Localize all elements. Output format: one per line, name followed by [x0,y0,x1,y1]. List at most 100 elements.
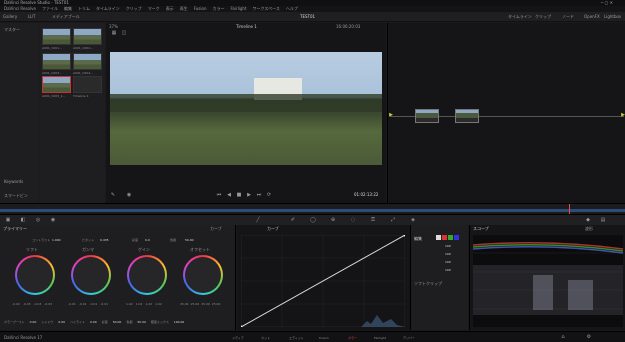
channel-g-button[interactable] [448,235,453,240]
offset-wheel[interactable] [183,255,223,295]
lift-value[interactable]: -0.03 [44,302,52,306]
timeline-thumbnail[interactable] [73,76,102,93]
gain-value[interactable]: 1.02 [126,302,133,306]
gamma-value[interactable]: -0.01 [68,302,76,306]
page-tab-media[interactable]: メディア [232,336,244,340]
lift-value[interactable]: -0.03 [23,302,31,306]
offset-value[interactable]: 25.00 [180,302,189,306]
param-value[interactable]: 50.00 [185,238,194,242]
scope-type-dropdown[interactable]: 波形 [585,226,593,231]
color-wheels-icon[interactable]: ◎ [35,217,41,223]
qualifier-icon[interactable]: ✐ [290,217,296,223]
param-value[interactable]: 1.000 [52,238,61,242]
color-match-icon[interactable]: ◧ [20,217,26,223]
lightbox-button[interactable]: Lightbox [604,14,621,19]
param-value[interactable]: 50.00 [137,320,146,324]
curve-value[interactable]: 100 [445,268,451,272]
gamma-value[interactable]: -0.01 [90,302,98,306]
page-tab-fairlight[interactable]: Fairlight [374,336,386,340]
scopes-icon[interactable]: ▤ [600,217,606,223]
param-value[interactable]: 0.00 [30,320,37,324]
zoom-level[interactable]: 37% [109,24,118,29]
master-bin[interactable]: マスター [4,27,20,32]
media-pool-button[interactable]: メディアプール [52,14,80,19]
gain-value[interactable]: 1.02 [136,302,143,306]
channel-y-button[interactable] [436,235,441,240]
camera-raw-icon[interactable]: ▣ [5,217,11,223]
clip-thumbnail-selected[interactable] [42,76,71,93]
blur-icon[interactable]: ◌ [350,217,356,223]
clip-thumbnail[interactable] [73,53,102,70]
gamma-value[interactable]: -0.01 [79,302,87,306]
window-icon[interactable]: ◯ [310,217,316,223]
offset-value[interactable]: 25.00 [201,302,210,306]
stop-icon[interactable]: ■ [236,192,242,198]
playhead[interactable] [569,204,570,214]
window-controls[interactable]: ─ ▢ ✕ [601,0,613,5]
timeline-button[interactable]: タイムライン [508,14,532,19]
channel-b-button[interactable] [454,235,459,240]
wipe-icon[interactable]: ◫ [121,30,127,36]
gain-wheel[interactable] [127,255,167,295]
curves-panel: カーブ [237,225,410,330]
curve-value[interactable]: 100 [445,252,451,256]
clip-label: A001_C002... [73,46,93,50]
param-value[interactable]: 0.00 [90,320,97,324]
curves-icon[interactable]: ╱ [255,217,261,223]
node-02[interactable] [455,109,479,123]
curve-value[interactable]: 100 [445,260,451,264]
clip-thumbnail[interactable] [42,28,71,45]
page-tab-cut[interactable]: カット [261,336,270,340]
gain-value[interactable]: 1.02 [145,302,152,306]
page-tab-fusion[interactable]: Fusion [319,336,329,340]
skip-start-icon[interactable]: ⏮ [216,192,222,198]
offset-value[interactable]: 25.00 [191,302,200,306]
tracker-icon[interactable]: ⊕ [330,217,336,223]
loop-icon[interactable]: ⟳ [266,192,272,198]
offset-value[interactable]: 25.00 [212,302,221,306]
rgb-mixer-icon[interactable]: ◉ [50,217,56,223]
param-value[interactable]: 0.00 [58,320,65,324]
grid-icon[interactable]: ▦ [111,30,117,36]
lift-wheel[interactable] [15,255,55,295]
param-value[interactable]: 50.00 [113,320,122,324]
skip-end-icon[interactable]: ⏭ [256,192,262,198]
home-icon[interactable]: ⌂ [560,334,566,340]
video-frame [110,52,382,165]
gallery-button[interactable]: Gallery [3,14,17,19]
keyframes-icon[interactable]: ◆ [585,217,591,223]
param-value[interactable]: 0.435 [100,238,109,242]
channel-r-button[interactable] [442,235,447,240]
pen-icon[interactable]: ✎ [110,192,116,198]
mode-dropdown[interactable]: カーブ [210,226,222,231]
page-tab-edit[interactable]: エディット [289,336,304,340]
page-tab-color[interactable]: カラー [348,336,357,340]
gamma-wheel[interactable] [71,255,111,295]
sizing-icon[interactable]: ⤢ [390,217,396,223]
curve-value[interactable]: 100 [445,244,451,248]
3d-icon[interactable]: ◈ [410,217,416,223]
curve-graph[interactable] [241,235,405,327]
play-icon[interactable]: ▶ [246,192,252,198]
clip-thumbnail[interactable] [42,53,71,70]
param-value[interactable]: 0.0 [145,238,150,242]
nodes-button[interactable]: ノード [562,14,574,19]
lut-button[interactable]: LUT [28,14,35,19]
eye-icon[interactable]: ◉ [126,192,132,198]
node-01[interactable] [415,109,439,123]
clip-thumbnail[interactable] [73,28,102,45]
lift-value[interactable]: -0.03 [34,302,42,306]
key-icon[interactable]: ⚿ [370,217,376,223]
timeline-name[interactable]: Timeline 1 [236,24,257,29]
lift-value[interactable]: -0.02 [12,302,20,306]
openfx-button[interactable]: OpenFX [584,14,600,19]
settings-icon[interactable]: ⚙ [586,334,592,340]
gain-value[interactable]: 1.02 [155,302,162,306]
param-value[interactable]: 100.00 [174,320,185,324]
page-tab-deliver[interactable]: デリバー [403,336,415,340]
reverse-play-icon[interactable]: ◀ [226,192,232,198]
gamma-value[interactable]: -0.01 [100,302,108,306]
clips-button[interactable]: クリップ [535,14,551,19]
keywords-bin[interactable]: Keywords [4,179,23,184]
mini-timeline[interactable] [0,203,625,214]
